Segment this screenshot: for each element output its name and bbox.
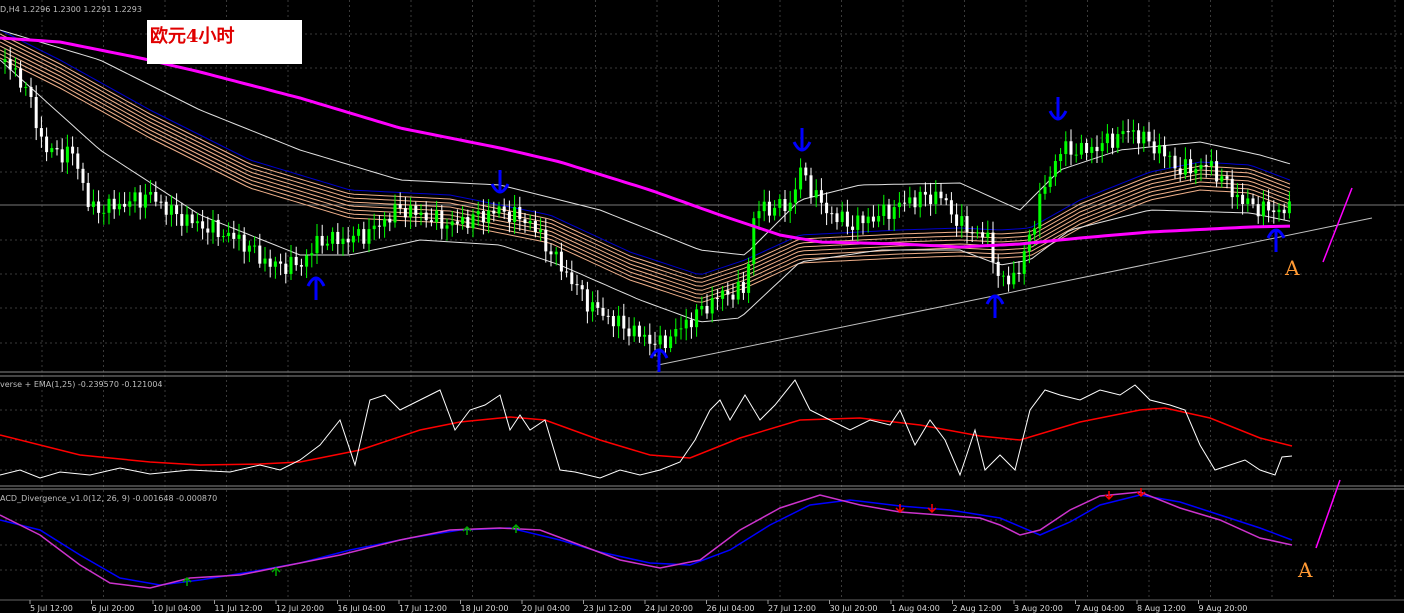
x-tick-label: 24 Jul 20:00 [645, 604, 693, 613]
x-tick-label: 17 Jul 12:00 [399, 604, 447, 613]
x-tick-label: 20 Jul 04:00 [522, 604, 570, 613]
x-tick-label: 3 Aug 20:00 [1014, 604, 1063, 613]
x-tick-label: 18 Jul 20:00 [461, 604, 509, 613]
x-tick-label: 26 Jul 04:00 [707, 604, 755, 613]
x-tick-label: 27 Jul 12:00 [768, 604, 816, 613]
chart-title-box: 欧元4小时 [147, 20, 302, 64]
chart-title: 欧元4小时 [150, 26, 235, 47]
x-tick-label: 11 Jul 12:00 [215, 604, 263, 613]
indicator2-header: ACD_Divergence_v1.0(12, 26, 9) -0.001648… [0, 494, 217, 503]
main-header: D,H4 1.2296 1.2300 1.2291 1.2293 [0, 5, 142, 14]
x-tick-label: 5 Jul 12:00 [30, 604, 73, 613]
x-tick-label: 30 Jul 20:00 [830, 604, 878, 613]
wave-label-main: A [1284, 256, 1300, 280]
x-tick-label: 16 Jul 04:00 [338, 604, 386, 613]
wave-label-macd: A [1297, 558, 1313, 582]
x-tick-label: 12 Jul 20:00 [276, 604, 324, 613]
x-tick-label: 2 Aug 12:00 [953, 604, 1002, 613]
x-tick-label: 7 Aug 04:00 [1076, 604, 1125, 613]
indicator1-header: verse + EMA(1,25) -0.239570 -0.121004 [0, 380, 163, 389]
forex-chart: 5 Jul 12:00 6 Jul 20:00 10 Jul 04:00 11 Jul… [0, 0, 1404, 613]
x-tick-label: 23 Jul 12:00 [584, 604, 632, 613]
x-tick-label: 6 Jul 20:00 [92, 604, 135, 613]
x-tick-label: 10 Jul 04:00 [153, 604, 201, 613]
x-tick-label: 1 Aug 04:00 [891, 604, 940, 613]
x-tick-label: 9 Aug 20:00 [1199, 604, 1248, 613]
x-tick-label: 8 Aug 12:00 [1137, 604, 1186, 613]
